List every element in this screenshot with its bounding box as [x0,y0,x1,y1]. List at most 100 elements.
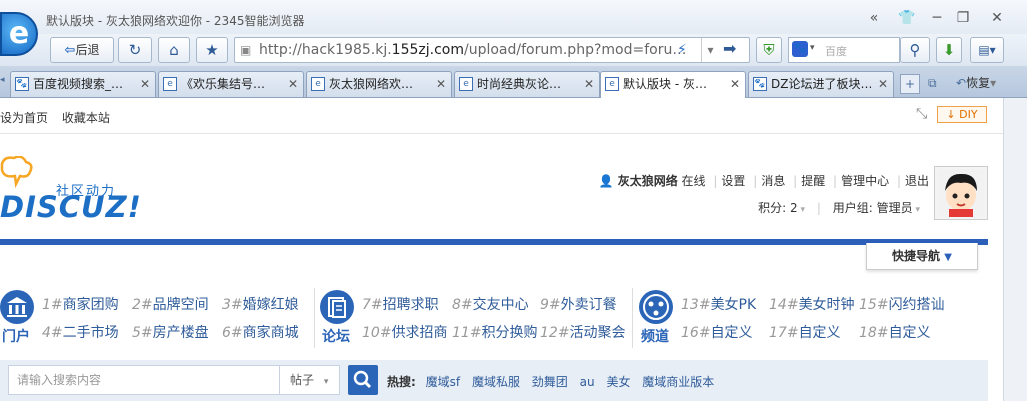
tab-close-icon[interactable]: ✕ [730,72,740,96]
messages-link[interactable]: 消息 [761,174,785,188]
set-homepage-link[interactable]: 设为首页 [0,111,48,125]
bookmark-site-link[interactable]: 收藏本站 [62,111,110,125]
search-engine-box[interactable]: 🐾 ▾ 百度 [788,37,900,63]
nav-item[interactable]: 10#供求招商 [362,322,448,342]
title-bar: 默认版块 - 灰太狼网络欢迎你 - 2345智能浏览器 « 👕 ─ ❐ ✕ [0,0,1027,34]
tab-close-icon[interactable]: ✕ [584,72,594,96]
restore-button[interactable]: ↶恢复▾ [956,74,996,91]
nav-item[interactable]: 1#商家团购 [42,294,119,314]
hot-label: 热搜: [387,375,416,389]
menu-icon[interactable]: ▤▾ [970,37,1004,63]
hot-word-link[interactable]: 魔域商业版本 [642,375,714,389]
nav-item[interactable]: 13#美女PK [681,294,756,314]
baidu-paw-icon[interactable]: 🐾 [792,41,808,57]
tab-close-icon[interactable]: ✕ [436,72,446,96]
quick-nav-button[interactable]: 快捷导航 ▼ [866,243,978,270]
tab-3[interactable]: e 时尚经典灰论… ✕ [454,71,600,97]
avatar[interactable] [934,166,988,220]
tab-1[interactable]: e 《欢乐集结号… ✕ [158,71,304,97]
nav-item[interactable]: 3#婚嫁红娘 [222,294,299,314]
user-bar: 👤 灰太狼网络 在线 | 设置 | 消息 | 提醒 | 管理中心 | 退出 [598,174,929,188]
search-icon [353,370,372,389]
forum-search-bar: 请输入搜索内容 帖子 ▾ 热搜: 魔域sf 魔域私服 劲舞团 au 美女 魔域商… [0,360,988,401]
tab-4[interactable]: e 默认版块 - 灰… ✕ [600,71,746,98]
forum-icon[interactable] [320,290,354,324]
nav-item[interactable]: 18#自定义 [859,322,931,342]
diy-button[interactable]: ↓ DIY [937,106,987,123]
maximize-button[interactable]: ❐ [950,8,976,28]
nav-item[interactable]: 6#商家商城 [222,322,299,342]
window-title: 默认版块 - 灰太狼网络欢迎你 - 2345智能浏览器 [46,14,305,28]
divider [314,288,315,348]
navigation-toolbar: ⇦后退 ↻ ⌂ ★ ▣ http://hack1985.kj.155zj.com… [0,34,1027,66]
address-dropdown-icon[interactable]: ▾ [701,38,719,62]
header-blue-line [0,239,988,245]
back-button-label: 后退 [75,43,100,57]
address-bar[interactable]: ▣ http://hack1985.kj.155zj.com/upload/fo… [234,37,750,63]
hot-word-link[interactable]: 魔域私服 [472,375,520,389]
download-icon[interactable]: ⬇ [936,37,962,63]
hot-word-link[interactable]: au [580,375,595,389]
hot-word-link[interactable]: 美女 [606,375,630,389]
back-button[interactable]: ⇦后退 [50,37,114,63]
nav-group-label[interactable]: 门户 [2,326,30,346]
search-type-select[interactable]: 帖子 ▾ [280,365,340,395]
tab-list-icon[interactable]: ⧉ [928,76,937,91]
security-shield-icon[interactable]: ⛨ [756,37,782,63]
nav-item[interactable]: 8#交友中心 [452,294,529,314]
collapse-arrows-icon[interactable]: ⤡ [916,106,927,122]
username-link[interactable]: 灰太狼网络 [618,174,678,188]
page-icon: e [311,77,325,91]
nav-item[interactable]: 4#二手市场 [42,322,119,342]
tab-scroll-left-icon[interactable]: ◂ [0,75,10,85]
page-scrollbar[interactable] [1003,98,1027,401]
nav-group-label[interactable]: 论坛 [322,326,350,346]
online-status[interactable]: 在线 [682,174,706,188]
nav-item[interactable]: 11#积分换购 [452,322,538,342]
points-dropdown[interactable]: 积分: 2 [758,201,798,215]
top-links: 设为首页 收藏本站 [0,109,120,126]
search-icon[interactable]: ⚲ [900,37,930,63]
refresh-icon[interactable]: ↻ [118,37,152,63]
logout-link[interactable]: 退出 [905,174,929,188]
forum-search-button[interactable] [348,365,378,395]
home-icon[interactable]: ⌂ [158,37,190,63]
nav-item[interactable]: 12#活动聚会 [540,322,626,342]
close-button[interactable]: ✕ [984,8,1010,28]
tab-5[interactable]: 🐾 DZ论坛进了板块… ✕ [748,71,894,97]
favorites-star-icon[interactable]: ★ [196,37,228,63]
tab-2[interactable]: e 灰太狼网络欢… ✕ [306,71,452,97]
hot-word-link[interactable]: 魔域sf [426,375,460,389]
nav-item[interactable]: 2#品牌空间 [132,294,209,314]
tab-close-icon[interactable]: ✕ [878,72,888,96]
hot-searches: 热搜: 魔域sf 魔域私服 劲舞团 au 美女 魔域商业版本 [387,373,722,390]
tab-0[interactable]: 🐾 百度视频搜索_… ✕ [10,71,156,97]
nav-group-label[interactable]: 频道 [641,326,669,346]
user-group-dropdown[interactable]: 用户组: 管理员 [833,201,913,215]
nav-item[interactable]: 15#闪约搭讪 [859,294,945,314]
settings-link[interactable]: 设置 [721,174,745,188]
nav-item[interactable]: 5#房产楼盘 [132,322,209,342]
nav-item[interactable]: 9#外卖订餐 [540,294,617,314]
chevron-down-icon: ▾ [323,377,329,387]
divider [0,133,1003,134]
nav-item[interactable]: 17#自定义 [769,322,841,342]
skin-icon[interactable]: 👕 [894,8,920,28]
tab-close-icon[interactable]: ✕ [140,72,150,96]
collapse-icon[interactable]: « [861,8,887,28]
speed-mode-icon[interactable]: ⚡ [677,42,687,58]
engine-dropdown-icon[interactable]: ▾ [810,43,815,53]
nav-item[interactable]: 16#自定义 [681,322,753,342]
go-arrow-icon[interactable]: ➡ [723,39,736,58]
channel-icon[interactable] [639,290,673,324]
minimize-button[interactable]: ─ [924,8,950,28]
reminders-link[interactable]: 提醒 [801,174,825,188]
new-tab-button[interactable]: + [900,74,920,94]
tab-close-icon[interactable]: ✕ [288,72,298,96]
hot-word-link[interactable]: 劲舞团 [532,375,568,389]
portal-icon[interactable] [0,290,34,324]
nav-item[interactable]: 14#美女时钟 [769,294,855,314]
forum-search-input[interactable]: 请输入搜索内容 [8,365,280,395]
admin-center-link[interactable]: 管理中心 [841,174,889,188]
nav-item[interactable]: 7#招聘求职 [362,294,439,314]
